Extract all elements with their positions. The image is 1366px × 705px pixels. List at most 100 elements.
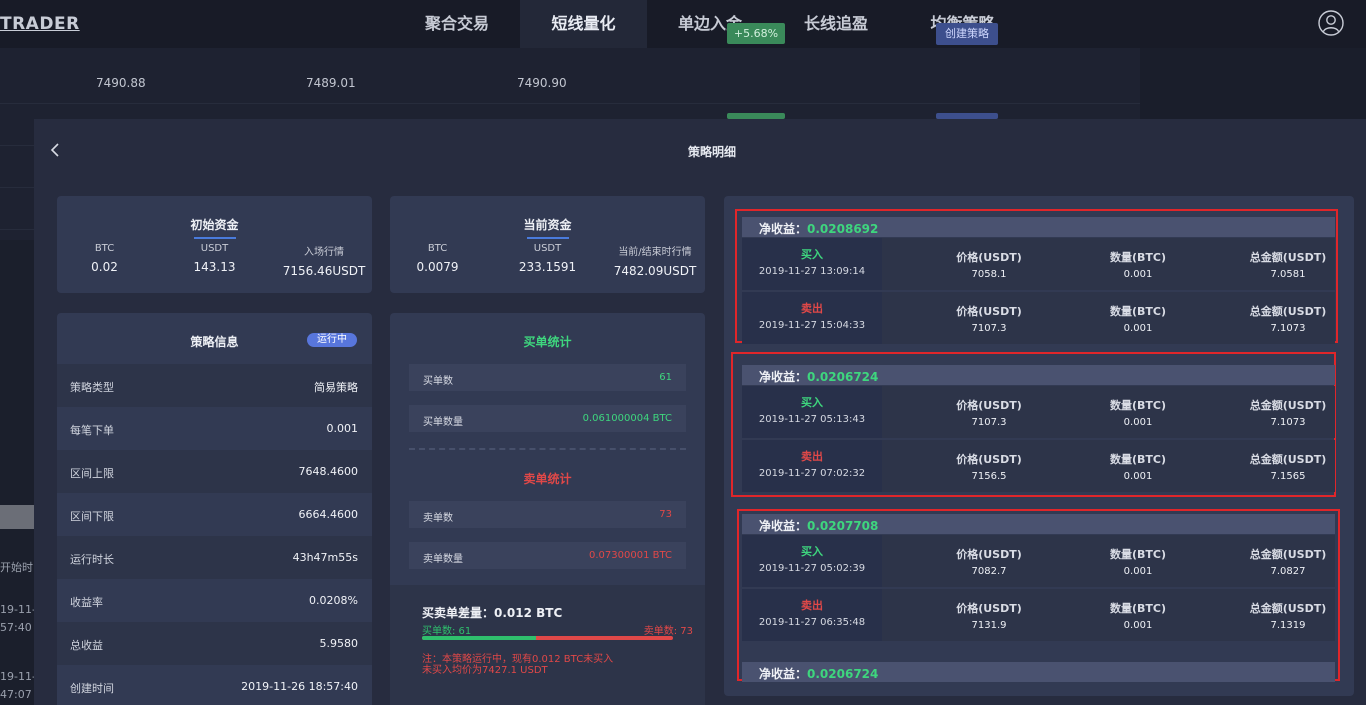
bg-fragment: 开始时间	[0, 561, 34, 574]
net-profit-label: 净收益：	[759, 519, 808, 533]
initial-usdt: USDT 143.13	[193, 243, 236, 274]
net-profit-label: 净收益：	[759, 370, 808, 384]
buy-label: 买入	[801, 396, 823, 409]
diff-buy-count: 买单数: 61	[422, 626, 472, 637]
sell-label: 卖出	[801, 302, 823, 315]
sell-price-cell: 价格(USDT) 7131.9	[914, 600, 1064, 631]
sell-price-cell: 价格(USDT) 7156.5	[914, 451, 1064, 482]
bg-fragment: 19-11-26	[0, 603, 34, 616]
background-left-strip	[0, 240, 34, 705]
price-column-label: 价格(USDT)	[956, 251, 1022, 264]
stats-divider	[409, 448, 686, 450]
buy-side-cell: 买入 2019-11-27 13:09:14	[742, 238, 882, 290]
net-profit-value: 0.0208692	[807, 222, 879, 236]
buy-trade-row: 买入 2019-11-27 13:09:14 价格(USDT) 7058.1 数量(BT…	[742, 238, 1335, 290]
initial-entry-price: 入场行情 7156.46USDT	[282, 247, 366, 278]
price-column-label: 价格(USDT)	[956, 305, 1022, 318]
total-column-label: 总金额(USDT)	[1249, 548, 1327, 561]
net-profit-label: 净收益：	[759, 222, 808, 236]
sell-price-cell: 价格(USDT) 7107.3	[914, 303, 1064, 334]
buy-time: 2019-11-27 05:13:43	[758, 414, 866, 425]
buy-time: 2019-11-27 05:02:39	[758, 563, 866, 574]
user-avatar-icon[interactable]	[1318, 10, 1344, 36]
diff-ratio-buy-fill	[422, 636, 537, 640]
buy-qty-value: 0.001	[1123, 417, 1153, 428]
qty-column-label: 数量(BTC)	[1109, 602, 1166, 615]
sell-price-value: 7131.9	[971, 620, 1007, 631]
sell-qty-value: 0.001	[1123, 323, 1153, 334]
price-column-label: 价格(USDT)	[956, 453, 1022, 466]
bg-fragment: 19-11-25	[0, 670, 34, 683]
sell-qty-cell: 数量(BTC) 0.001	[1063, 600, 1213, 631]
sell-qty-cell: 数量(BTC) 0.001	[1063, 451, 1213, 482]
buy-price-cell: 价格(USDT) 7082.7	[914, 546, 1064, 577]
bg-fragment: 57:40	[0, 621, 32, 634]
sell-time: 2019-11-27 15:04:33	[758, 320, 866, 331]
bg-price-1: 7490.88	[96, 76, 146, 90]
sell-side-cell: 卖出 2019-11-27 06:35:48	[742, 589, 882, 641]
total-column-label: 总金额(USDT)	[1249, 453, 1327, 466]
buy-time: 2019-11-27 13:09:14	[758, 266, 866, 277]
buy-price-cell: 价格(USDT) 7058.1	[914, 249, 1064, 280]
buy-trade-row: 买入 2019-11-27 05:13:43 价格(USDT) 7107.3 数量(BT…	[742, 386, 1335, 438]
sell-time: 2019-11-27 06:35:48	[758, 617, 866, 628]
app-logo[interactable]: TRADER	[0, 14, 80, 34]
sell-total-cell: 总金额(USDT) 7.1565	[1213, 451, 1354, 482]
sell-total-cell: 总金额(USDT) 7.1073	[1213, 303, 1354, 334]
status-badge: 运行中	[307, 333, 357, 347]
change-badge: +5.68%	[727, 23, 785, 44]
buy-total-cell: 总金额(USDT) 7.0581	[1213, 249, 1354, 280]
buy-total-value: 7.0581	[1270, 269, 1306, 280]
sell-trade-row: 卖出 2019-11-27 06:35:48 价格(USDT) 7131.9 数量(BT…	[742, 589, 1335, 641]
diff-section	[390, 585, 705, 705]
trade-pairs-panel: 净收益：0.0208692 买入 2019-11-27 13:09:14 价格(USD…	[724, 196, 1354, 696]
bg-price-3: 7490.90	[517, 76, 567, 90]
table-row: 7490.88 7489.01 7490.90	[0, 62, 1140, 104]
sell-side-cell: 卖出 2019-11-27 15:04:33	[742, 292, 882, 344]
current-usdt: USDT 233.1591	[518, 243, 577, 274]
buy-side-cell: 买入 2019-11-27 05:02:39	[742, 535, 882, 587]
nav-aggregate-trade[interactable]: 聚合交易	[394, 0, 520, 48]
sell-trade-row: 卖出 2019-11-27 07:02:32 价格(USDT) 7156.5 数量(BT…	[742, 440, 1335, 492]
sell-total-value: 7.1565	[1270, 471, 1306, 482]
initial-capital-title: 初始资金	[57, 216, 372, 239]
net-profit-value: 0.0206724	[807, 667, 879, 681]
sell-qty-value: 0.001	[1123, 620, 1153, 631]
info-row-type: 策略类型 简易策略	[57, 364, 372, 407]
current-capital-card: 当前资金 BTC 0.0079 USDT 233.1591 当前/结束时行情 7482…	[390, 196, 705, 293]
qty-column-label: 数量(BTC)	[1109, 548, 1166, 561]
total-column-label: 总金额(USDT)	[1249, 399, 1327, 412]
diff-title: 买卖单差量：0.012 BTC	[422, 606, 563, 620]
sell-qty-row: 卖单数量 0.07300001 BTC	[409, 542, 686, 569]
nav-long-term[interactable]: 长线追盈	[773, 0, 899, 48]
price-column-label: 价格(USDT)	[956, 602, 1022, 615]
total-column-label: 总金额(USDT)	[1249, 251, 1327, 264]
top-nav-bar: TRADER 聚合交易 短线量化 单边入金 长线追盈 均衡策略	[0, 0, 1366, 48]
diff-sell-count: 卖单数: 73	[643, 626, 693, 637]
net-profit-value: 0.0207708	[807, 519, 879, 533]
info-row-lower-limit: 区间下限 6664.4600	[70, 508, 358, 523]
strategy-note: 注：本策略运行中，现有0.012 BTC未买入 未买入均价为7427.1 USDT	[422, 654, 614, 676]
current-market-price: 当前/结束时行情 7482.09USDT	[613, 247, 697, 278]
current-btc: BTC 0.0079	[416, 243, 459, 274]
price-column-label: 价格(USDT)	[956, 548, 1022, 561]
strategy-detail-modal: 策略明细 初始资金 BTC 0.02 USDT 143.13 入场行情 7156.46…	[34, 119, 1366, 705]
net-profit-value: 0.0206724	[807, 370, 879, 384]
buy-qty-value: 0.001	[1123, 566, 1153, 577]
info-row-runtime: 运行时长 43h47m55s	[57, 536, 372, 579]
buy-price-cell: 价格(USDT) 7107.3	[914, 397, 1064, 428]
qty-column-label: 数量(BTC)	[1109, 251, 1166, 264]
buy-total-value: 7.0827	[1270, 566, 1306, 577]
net-profit-header: 净收益：0.0207708	[742, 514, 1335, 534]
total-column-label: 总金额(USDT)	[1249, 305, 1327, 318]
buy-total-value: 7.1073	[1270, 417, 1306, 428]
sell-price-value: 7107.3	[971, 323, 1007, 334]
total-column-label: 总金额(USDT)	[1249, 602, 1327, 615]
background-gray-bar	[0, 505, 34, 529]
strategy-info-card: 策略信息 运行中 策略类型 简易策略 每笔下单 0.001 区间上限 7648.460…	[57, 313, 372, 705]
buy-qty-cell: 数量(BTC) 0.001	[1063, 397, 1213, 428]
info-row-order-size: 每笔下单 0.001	[70, 422, 358, 437]
nav-short-quant[interactable]: 短线量化	[520, 0, 647, 48]
create-strategy-button[interactable]: 创建策略	[936, 23, 998, 45]
qty-column-label: 数量(BTC)	[1109, 453, 1166, 466]
